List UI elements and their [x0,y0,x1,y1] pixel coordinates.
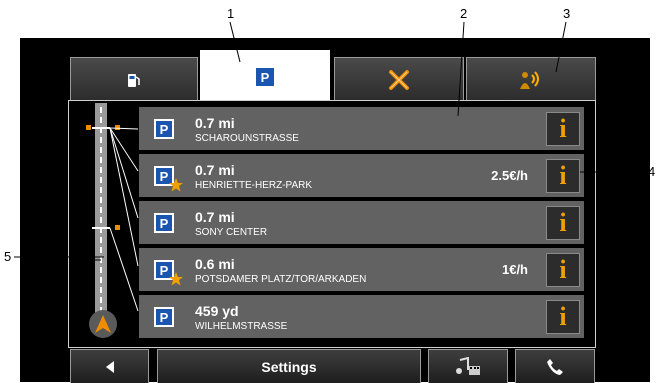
star-icon [169,272,183,286]
info-icon: i [559,255,567,284]
distance-label: 0.6 mi [195,256,235,272]
parking-icon: P [154,119,174,139]
distance-label: 0.7 mi [195,115,235,131]
list-item[interactable]: P 0.7 mi HENRIETTE-HERZ-PARK 2.5€/h i [139,154,584,197]
cutlery-icon [389,70,409,90]
fuel-pump-icon [128,74,140,87]
arrow-left-icon [105,360,114,373]
info-icon: i [559,114,567,143]
info-button[interactable]: i [546,253,580,287]
info-button[interactable]: i [546,112,580,146]
street-label: HENRIETTE-HERZ-PARK [195,180,313,191]
star-icon [169,178,183,192]
info-icon: i [559,302,567,331]
parking-icon: P [154,307,174,327]
list-item[interactable]: P 0.6 mi POTSDAMER PLATZ/TOR/ARKADEN 1€/… [139,248,584,291]
street-label: WILHELMSTRASSE [195,321,288,332]
media-button[interactable] [428,349,508,383]
list-item[interactable]: P 0.7 mi SONY CENTER i [139,201,584,244]
tab-restaurant[interactable] [334,57,464,102]
price-label: 2.5€/h [491,168,528,183]
callout-3: 3 [563,6,571,21]
street-label: SCHAROUNSTRASSE [195,133,299,144]
street-label: SONY CENTER [195,227,268,238]
callout-5: 5 [4,249,12,264]
info-icon: i [559,161,567,190]
list-item[interactable]: P 0.7 mi SCHAROUNSTRASSE i [139,107,584,150]
info-button[interactable]: i [546,300,580,334]
callout-2: 2 [460,6,468,21]
callout-1: 1 [227,6,235,21]
list-item[interactable]: P 459 yd WILHELMSTRASSE i [139,295,584,338]
distance-label: 0.7 mi [195,162,235,178]
settings-button[interactable]: Settings [157,349,421,383]
parking-icon: P [254,66,276,88]
back-button[interactable] [70,349,149,383]
parking-garage-icon: P [154,213,174,233]
tab-parking[interactable]: P [200,50,330,103]
price-label: 1€/h [501,262,528,277]
tab-traffic-info[interactable] [466,57,596,102]
street-label: POTSDAMER PLATZ/TOR/ARKADEN [195,274,367,285]
info-button[interactable]: i [546,159,580,193]
music-video-icon [456,356,480,375]
info-button[interactable]: i [546,206,580,240]
distance-label: 0.7 mi [195,209,235,225]
vehicle-position-icon [89,310,117,338]
tab-fuel[interactable] [70,57,198,102]
info-icon: i [559,208,567,237]
phone-button[interactable] [515,349,595,383]
route-strip [80,103,139,321]
distance-label: 459 yd [195,303,239,319]
radio-person-icon [520,71,539,89]
phone-icon [547,358,563,375]
